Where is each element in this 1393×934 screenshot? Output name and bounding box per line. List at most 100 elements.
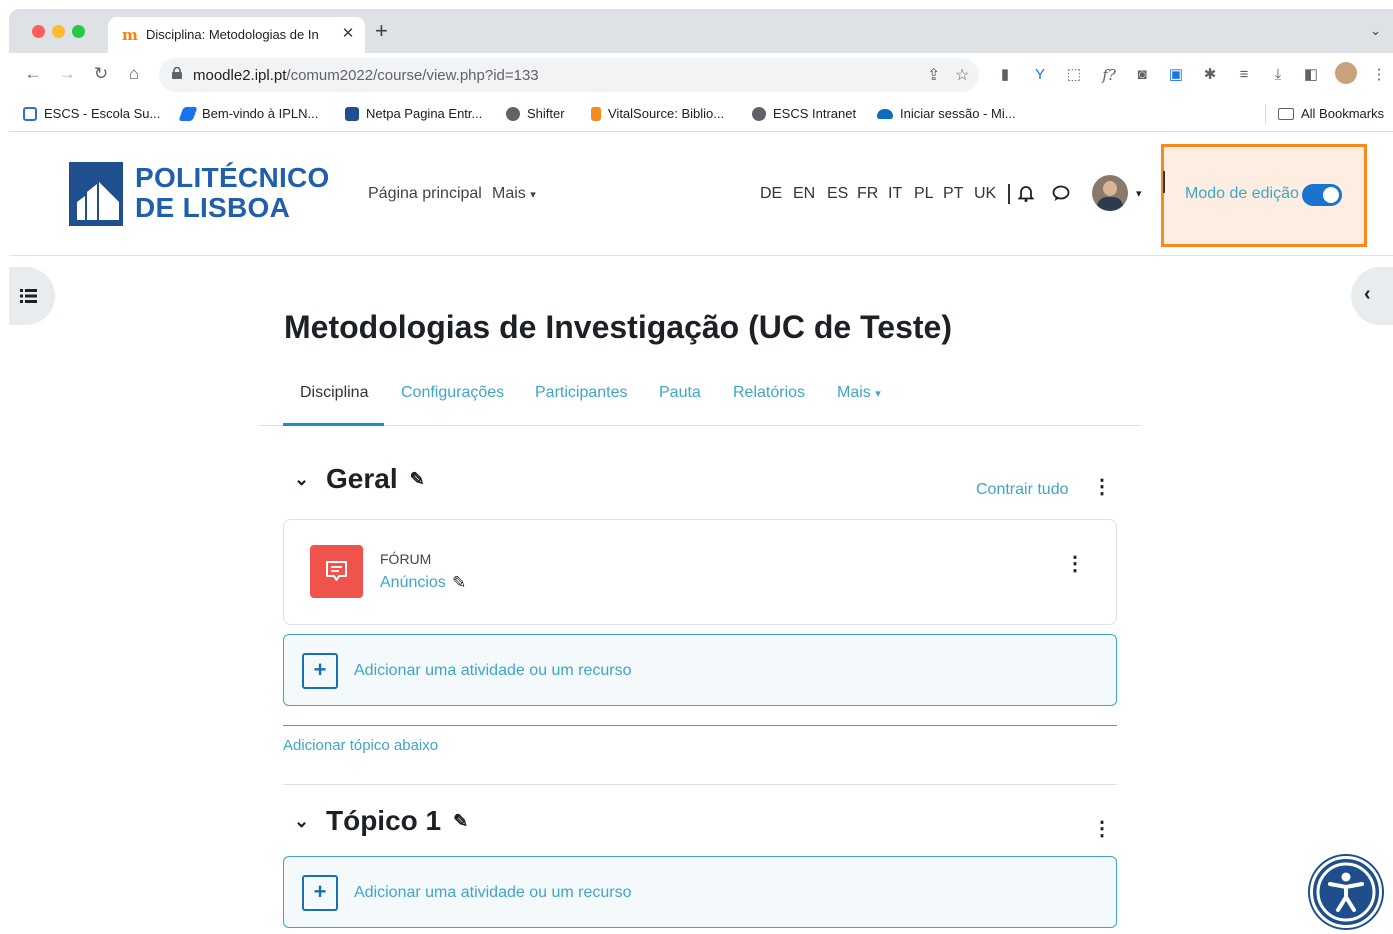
camera-icon[interactable]: ◙ (1132, 66, 1152, 84)
lock-icon (172, 67, 182, 79)
collapse-section-chevron-icon[interactable]: ⌄ (294, 469, 314, 490)
nav-more-link[interactable]: Mais ▾ (492, 185, 536, 203)
section-general-menu-icon[interactable]: ⋮ (1092, 477, 1112, 497)
close-window-button[interactable] (32, 25, 45, 38)
edit-title-pencil-icon[interactable]: ✎ (453, 811, 468, 832)
tab-title: Disciplina: Metodologias de In (146, 27, 319, 42)
edit-divider (1163, 171, 1165, 193)
bookmark-item[interactable]: ESCS Intranet (752, 106, 856, 121)
messages-chat-icon[interactable] (1052, 185, 1070, 202)
bookmark-label: Bem-vindo à IPLN... (202, 106, 319, 121)
nav-home-link[interactable]: Página principal (368, 185, 482, 203)
chevron-left-icon: ‹ (1364, 283, 1371, 305)
section-general-title: Geral (326, 463, 398, 494)
close-tab-icon[interactable]: ✕ (339, 24, 357, 42)
add-activity-button[interactable]: + Adicionar uma atividade ou um recurso (283, 856, 1117, 928)
edit-mode-label: Modo de edição (1185, 185, 1299, 202)
all-bookmarks-button[interactable]: All Bookmarks (1278, 106, 1384, 121)
site-logo-text[interactable]: POLITÉCNICO DE LISBOA (135, 163, 330, 223)
tab-participantes[interactable]: Participantes (535, 384, 628, 402)
bookmarks-bar: ESCS - Escola Su... Bem-vindo à IPLN... … (9, 98, 1393, 132)
maximize-window-button[interactable] (72, 25, 85, 38)
activity-menu-icon[interactable]: ⋮ (1065, 554, 1085, 574)
avatar-body (1097, 197, 1123, 211)
toggle-knob (1323, 187, 1339, 203)
netpa-favicon-icon (345, 106, 359, 121)
all-bookmarks-label: All Bookmarks (1301, 106, 1385, 121)
side-panel-icon[interactable]: ◧ (1301, 66, 1321, 84)
lang-fr[interactable]: FR (857, 185, 878, 203)
lang-uk[interactable]: UK (974, 185, 996, 203)
edit-mode-toggle[interactable] (1302, 184, 1342, 206)
back-button[interactable]: ← (23, 64, 43, 84)
formula-icon[interactable]: f? (1099, 66, 1119, 84)
browser-tab[interactable]: m Disciplina: Metodologias de In ✕ (108, 17, 365, 53)
profile-avatar-icon[interactable] (1335, 62, 1357, 84)
tab-configuracoes[interactable]: Configurações (401, 384, 504, 402)
active-tab-indicator (283, 423, 384, 426)
add-topic-below-link[interactable]: Adicionar tópico abaixo (283, 737, 438, 754)
course-index-drawer-button[interactable] (9, 267, 55, 325)
puzzle-extensions-icon[interactable]: ✱ (1200, 66, 1220, 84)
block-drawer-button[interactable]: ‹ (1351, 267, 1393, 325)
minimize-window-button[interactable] (52, 25, 65, 38)
bookmark-item[interactable]: VitalSource: Biblio... (591, 106, 724, 121)
tab-mais[interactable]: Mais ▾ (837, 384, 881, 402)
tab-search-chevron-icon[interactable]: ⌄ (1370, 23, 1381, 39)
lang-it[interactable]: IT (888, 185, 902, 203)
reload-button[interactable]: ↻ (91, 64, 111, 84)
share-icon[interactable]: ⇪ (927, 65, 940, 85)
lang-en[interactable]: EN (793, 185, 815, 203)
globe-icon (506, 106, 520, 121)
chevron-down-icon: ▾ (530, 189, 536, 201)
bookmark-item[interactable]: Bem-vindo à IPLN... (178, 106, 319, 121)
ipl-logo-icon[interactable] (69, 162, 123, 226)
bookmark-star-icon[interactable]: ☆ (955, 65, 969, 85)
add-activity-button[interactable]: + Adicionar uma atividade ou um recurso (283, 634, 1117, 706)
tab-pauta[interactable]: Pauta (659, 384, 701, 402)
bookmark-item[interactable]: Shifter (506, 106, 565, 121)
lang-es[interactable]: ES (827, 185, 848, 203)
avatar-face (1103, 181, 1117, 196)
bookmark-item[interactable]: Netpa Pagina Entr... (345, 106, 482, 121)
bookmark-item[interactable]: Iniciar sessão - Mi... (877, 106, 1016, 121)
screenshot-frame-icon[interactable]: ⬚ (1064, 66, 1084, 84)
activity-name-link[interactable]: Anúncios (380, 574, 446, 592)
bookmark-label: Shifter (527, 106, 565, 121)
capture-icon[interactable]: ▣ (1166, 66, 1186, 84)
accessibility-button[interactable] (1310, 856, 1382, 928)
bookmarks-divider (1265, 104, 1266, 124)
notification-bell-icon[interactable] (1018, 184, 1034, 202)
globe-icon (752, 106, 766, 121)
lang-pl[interactable]: PL (914, 185, 934, 203)
collapse-all-link[interactable]: Contrair tudo (976, 481, 1069, 499)
forward-button[interactable]: → (57, 64, 77, 84)
browser-menu-icon[interactable]: ⋮ (1369, 66, 1389, 84)
reading-list-icon[interactable]: ≡ (1234, 66, 1254, 84)
tab-disciplina[interactable]: Disciplina (300, 384, 368, 402)
url-domain: moodle2.ipl.pt (193, 67, 287, 84)
section-topic1-menu-icon[interactable]: ⋮ (1092, 819, 1112, 839)
header-divider (1008, 184, 1010, 204)
lang-de[interactable]: DE (760, 185, 782, 203)
logo-line-2: DE LISBOA (135, 192, 291, 223)
edit-title-pencil-icon[interactable]: ✎ (410, 469, 425, 490)
section-topic1-header: ⌄ Tópico 1 ✎ (294, 805, 468, 837)
extension-icon[interactable]: ▮ (995, 66, 1015, 84)
url-text: moodle2.ipl.pt/comum2022/course/view.php… (193, 67, 539, 84)
user-avatar[interactable] (1092, 175, 1128, 211)
user-menu-chevron-icon[interactable]: ▾ (1136, 187, 1142, 200)
new-tab-button[interactable]: + (375, 20, 388, 42)
lang-pt[interactable]: PT (943, 185, 963, 203)
home-button[interactable]: ⌂ (124, 64, 144, 84)
tab-relatorios[interactable]: Relatórios (733, 384, 805, 402)
edit-activity-name-pencil-icon[interactable]: ✎ (452, 573, 466, 593)
extension-y-icon[interactable]: Y (1030, 66, 1050, 84)
bookmark-item[interactable]: ESCS - Escola Su... (23, 106, 160, 121)
folder-icon (1278, 107, 1294, 120)
accessibility-person-icon (1316, 862, 1376, 922)
address-bar[interactable]: moodle2.ipl.pt/comum2022/course/view.php… (159, 58, 979, 92)
collapse-section-chevron-icon[interactable]: ⌄ (294, 811, 314, 832)
download-icon[interactable]: ⤓ (1268, 66, 1288, 84)
browser-toolbar: ← → ↻ ⌂ moodle2.ipl.pt/comum2022/course/… (9, 53, 1393, 98)
